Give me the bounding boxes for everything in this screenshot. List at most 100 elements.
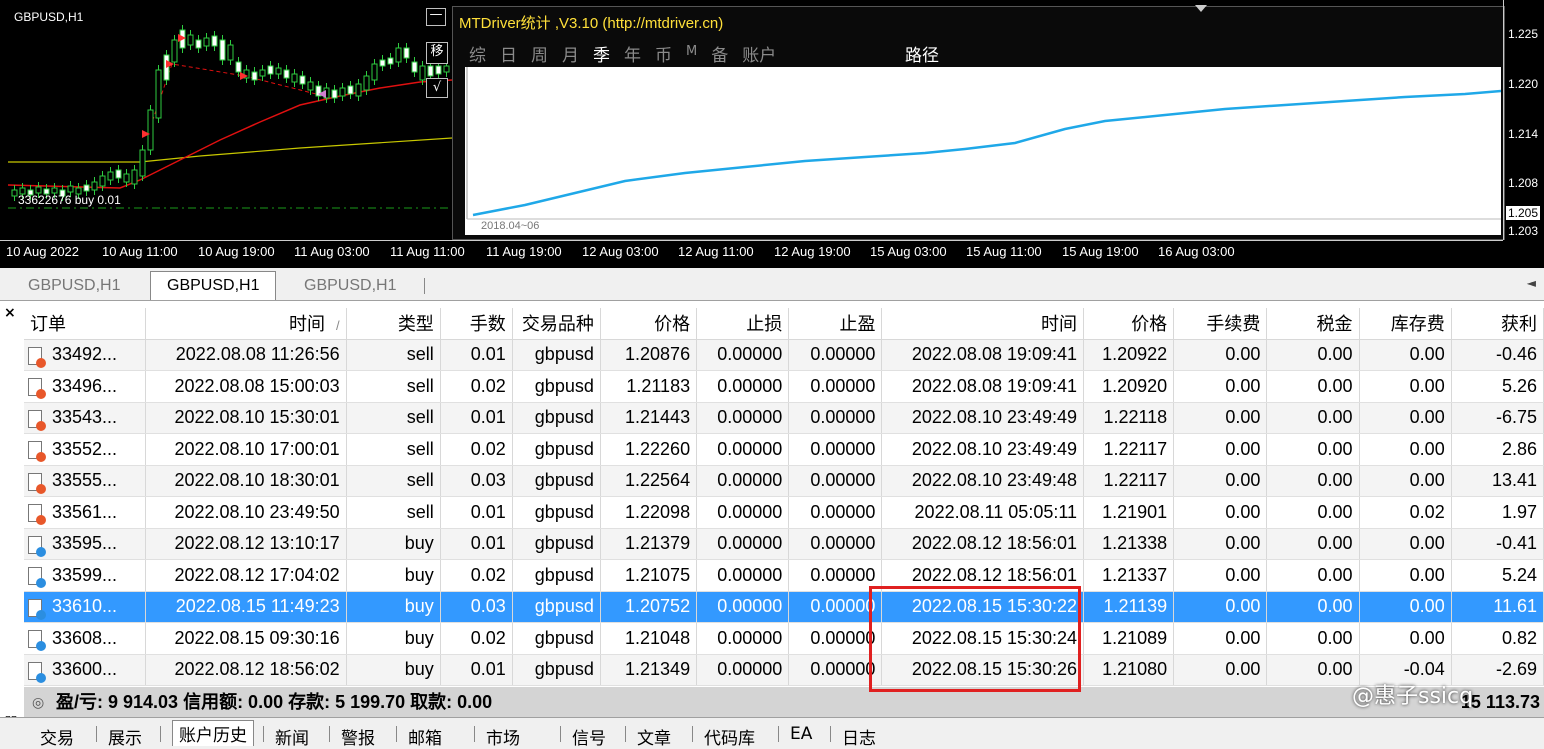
candle-body bbox=[427, 65, 434, 77]
cell-commission: 0.00 bbox=[1173, 591, 1268, 623]
table-row[interactable]: 33600... 2022.08.12 18:56:02 buy 0.01 gbpusd… bbox=[24, 654, 1544, 686]
panel-tab[interactable]: 备 bbox=[711, 41, 728, 66]
bottom-tab[interactable]: 账户历史 bbox=[172, 720, 254, 746]
chart-tab[interactable]: GBPUSD,H1 bbox=[304, 274, 396, 300]
mtdriver-stats-panel: MTDriver统计 ,V3.10 (http://mtdriver.cn) 综… bbox=[452, 5, 1505, 240]
cell-taxes: 0.00 bbox=[1266, 402, 1360, 434]
chart-tab-active[interactable]: GBPUSD,H1 bbox=[150, 271, 277, 300]
bottom-tab[interactable]: 邮箱 bbox=[408, 724, 442, 749]
col-header-order[interactable]: 订单 bbox=[24, 308, 147, 340]
cell-commission: 0.00 bbox=[1173, 465, 1268, 497]
panel-tab-route[interactable]: 路径 bbox=[905, 41, 939, 66]
bottom-tab[interactable]: 代码库 bbox=[704, 724, 755, 749]
cell-close-time: 2022.08.12 18:56:01 bbox=[881, 559, 1085, 592]
panel-tab[interactable]: 综 bbox=[469, 41, 486, 66]
check-button[interactable]: √ bbox=[426, 78, 448, 98]
cell-type: buy bbox=[346, 591, 441, 623]
bottom-tab[interactable]: 交易 bbox=[40, 724, 74, 749]
table-row[interactable]: 33608... 2022.08.15 09:30:16 buy 0.02 gbpusd… bbox=[24, 622, 1544, 655]
time-label: 12 Aug 03:00 bbox=[582, 244, 659, 259]
candle-body bbox=[371, 63, 378, 81]
col-header-close-price[interactable]: 价格 bbox=[1083, 308, 1175, 340]
col-header-open-time[interactable]: 时间 / bbox=[145, 308, 347, 340]
bottom-tab[interactable]: 文章 bbox=[637, 724, 671, 749]
candle-body bbox=[235, 61, 242, 73]
cell-lots: 0.02 bbox=[440, 370, 513, 403]
panel-tab[interactable]: 周 bbox=[531, 41, 548, 66]
cell-tp: 0.00000 bbox=[788, 654, 883, 686]
table-row[interactable]: 33543... 2022.08.10 15:30:01 sell 0.01 gbpus… bbox=[24, 402, 1544, 434]
cell-swap: 0.00 bbox=[1359, 622, 1452, 655]
close-terminal-icon[interactable]: × bbox=[4, 305, 16, 321]
col-header-tp[interactable]: 止盈 bbox=[788, 308, 883, 340]
cell-close-price: 1.20920 bbox=[1083, 370, 1175, 403]
cell-sl: 0.00000 bbox=[696, 496, 790, 529]
candle-body bbox=[155, 69, 162, 119]
col-header-sl[interactable]: 止损 bbox=[696, 308, 790, 340]
cell-profit: 1.97 bbox=[1451, 496, 1544, 529]
bottom-tab[interactable]: 信号 bbox=[572, 724, 606, 749]
table-row[interactable]: 33492... 2022.08.08 11:26:56 sell 0.01 gbpus… bbox=[24, 339, 1544, 371]
col-header-lots[interactable]: 手数 bbox=[440, 308, 513, 340]
chart-window[interactable]: GBPUSD,H1 33622676 buy 0.01 — 移 √ MTDriv… bbox=[0, 0, 1544, 268]
table-row[interactable]: 33610... 2022.08.15 11:49:23 buy 0.03 gbpusd… bbox=[24, 591, 1544, 623]
order-number: 33492... bbox=[52, 344, 118, 365]
bottom-tab[interactable]: 日志 bbox=[842, 724, 876, 749]
cell-type: sell bbox=[346, 496, 441, 529]
panel-tab[interactable]: 账户 bbox=[742, 41, 776, 66]
tab-scroll-left-icon[interactable]: ◄ bbox=[1527, 276, 1536, 290]
bottom-tab[interactable]: 新闻 bbox=[275, 724, 309, 749]
order-number: 33561... bbox=[52, 501, 118, 522]
watermark: @惠子ssicq bbox=[1352, 684, 1474, 709]
panel-tab[interactable]: 季 bbox=[593, 41, 610, 66]
col-header-swap[interactable]: 库存费 bbox=[1359, 308, 1452, 340]
table-row[interactable]: 33496... 2022.08.08 15:00:03 sell 0.02 gbpus… bbox=[24, 370, 1544, 403]
candle-body bbox=[267, 65, 274, 75]
time-label: 12 Aug 11:00 bbox=[678, 244, 754, 259]
cell-open-time: 2022.08.08 15:00:03 bbox=[145, 370, 347, 403]
panel-tab[interactable]: M bbox=[686, 41, 697, 66]
col-header-close-time[interactable]: 时间 bbox=[881, 308, 1085, 340]
bottom-tab[interactable]: 市场 bbox=[486, 724, 520, 749]
buy-order-icon bbox=[28, 598, 46, 620]
panel-tab[interactable]: 月 bbox=[562, 41, 579, 66]
panel-tab[interactable]: 币 bbox=[655, 41, 672, 66]
cell-taxes: 0.00 bbox=[1266, 591, 1360, 623]
table-row[interactable]: 33561... 2022.08.10 23:49:50 sell 0.01 gbpus… bbox=[24, 496, 1544, 529]
cell-taxes: 0.00 bbox=[1266, 496, 1360, 529]
minimize-button[interactable]: — bbox=[426, 8, 446, 26]
sell-order-icon bbox=[28, 409, 46, 431]
col-header-taxes[interactable]: 税金 bbox=[1266, 308, 1360, 340]
panel-tab[interactable]: 年 bbox=[624, 41, 641, 66]
col-header-profit[interactable]: 获利 bbox=[1451, 308, 1544, 340]
buy-order-icon bbox=[28, 567, 46, 588]
chart-tab[interactable]: GBPUSD,H1 bbox=[28, 274, 120, 300]
cell-order: 33610... bbox=[24, 591, 147, 623]
yellow-ma-line bbox=[8, 137, 452, 163]
cell-close-price: 1.21901 bbox=[1083, 496, 1175, 529]
cell-close-price: 1.21089 bbox=[1083, 622, 1175, 655]
bottom-tab[interactable]: 警报 bbox=[341, 724, 375, 749]
cell-symbol: gbpusd bbox=[512, 465, 601, 497]
col-header-type[interactable]: 类型 bbox=[346, 308, 441, 340]
bottom-tab[interactable]: 展示 bbox=[108, 724, 142, 749]
col-header-open-price[interactable]: 价格 bbox=[600, 308, 698, 340]
table-row[interactable]: 33599... 2022.08.12 17:04:02 buy 0.02 gbpusd… bbox=[24, 559, 1544, 592]
cell-order: 33595... bbox=[24, 528, 147, 560]
cell-order: 33496... bbox=[24, 370, 147, 403]
candle-body bbox=[379, 59, 386, 67]
col-header-symbol[interactable]: 交易品种 bbox=[512, 308, 601, 340]
table-row[interactable]: 33552... 2022.08.10 17:00:01 sell 0.02 gbpus… bbox=[24, 433, 1544, 466]
col-header-commission[interactable]: 手续费 bbox=[1173, 308, 1268, 340]
cell-type: sell bbox=[346, 339, 441, 371]
move-button[interactable]: 移 bbox=[426, 42, 448, 64]
panel-tab[interactable]: 日 bbox=[500, 41, 517, 66]
cell-close-time: 2022.08.15 15:30:24 bbox=[881, 622, 1085, 655]
history-table-wrap: 订单 时间 / 类型 手数 交易品种 价格 止损 止盈 时间 价格 手续费 税金… bbox=[24, 308, 1544, 686]
cell-open-price: 1.20876 bbox=[600, 339, 698, 371]
table-row[interactable]: 33555... 2022.08.10 18:30:01 sell 0.03 gbpus… bbox=[24, 465, 1544, 497]
bottom-tab[interactable]: EA bbox=[790, 724, 812, 744]
time-label: 15 Aug 19:00 bbox=[1062, 244, 1139, 259]
cell-symbol: gbpusd bbox=[512, 591, 601, 623]
table-row[interactable]: 33595... 2022.08.12 13:10:17 buy 0.01 gbpusd… bbox=[24, 528, 1544, 560]
